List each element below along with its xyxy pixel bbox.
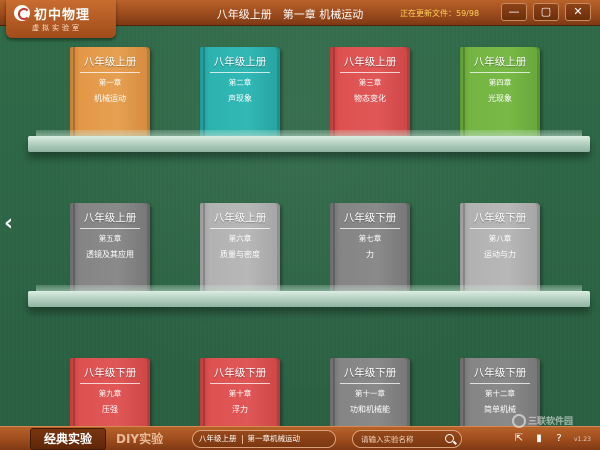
book-grade-label: 八年级下册 — [473, 367, 527, 379]
book-chapter-label: 第九章 — [98, 389, 122, 398]
help-icon[interactable]: ? — [552, 432, 566, 446]
book-grade-label: 八年级下册 — [473, 212, 527, 224]
book-chapter-4[interactable]: 八年级上册 第四章 光现象 — [460, 47, 540, 141]
tab-classic-experiments[interactable]: 经典实验 — [30, 428, 106, 450]
version-label: v1.23 — [574, 436, 591, 443]
maximize-button[interactable]: ▢ — [533, 3, 559, 21]
book-grade-label: 八年级下册 — [83, 367, 137, 379]
search-box — [352, 430, 462, 448]
app-subtitle: 虚拟实验室 — [32, 24, 82, 32]
breadcrumb-separator — [241, 434, 243, 444]
book-divider — [340, 72, 400, 73]
book-divider — [80, 228, 140, 229]
book-chapter-5[interactable]: 八年级上册 第五章 透镜及其应用 — [70, 203, 150, 297]
tab-diy-experiments[interactable]: DIY实验 — [116, 430, 172, 448]
book-chapter-7[interactable]: 八年级下册 第七章 力 — [330, 203, 410, 297]
book-divider — [210, 228, 270, 229]
current-chapter-title: 八年级上册 第一章 机械运动 — [216, 8, 364, 21]
book-grade-label: 八年级下册 — [343, 212, 397, 224]
book-divider — [80, 383, 140, 384]
watermark: 三联软件园 — [528, 417, 574, 427]
breadcrumb-chapter[interactable]: 第一章机械运动 — [248, 434, 301, 443]
update-status: 正在更新文件：59/98 — [400, 9, 480, 18]
book-divider — [210, 383, 270, 384]
book-chapter-label: 第四章 — [488, 78, 512, 87]
book-chapter-2[interactable]: 八年级上册 第二章 声现象 — [200, 47, 280, 141]
book-grade-label: 八年级上册 — [83, 56, 137, 68]
book-title: 质量与密度 — [220, 250, 260, 259]
book-chapter-10[interactable]: 八年级下册 第十章 浮力 — [200, 358, 280, 426]
book-title: 力 — [366, 250, 374, 259]
book-chapter-label: 第三章 — [358, 78, 382, 87]
close-button[interactable]: ✕ — [565, 3, 591, 21]
book-divider — [470, 383, 530, 384]
book-chapter-label: 第二章 — [228, 78, 252, 87]
book-grade-label: 八年级下册 — [343, 367, 397, 379]
book-title: 透镜及其应用 — [86, 250, 134, 259]
breadcrumb-grade[interactable]: 八年级上册 — [199, 434, 237, 443]
bottom-toolbar: 经典实验 DIY实验 八年级上册 第一章机械运动 ⇱ ▮ ? — [0, 426, 600, 450]
book-chapter-label: 第五章 — [98, 234, 122, 243]
book-divider — [340, 383, 400, 384]
book-chapter-6[interactable]: 八年级上册 第六章 质量与密度 — [200, 203, 280, 297]
book-divider — [470, 72, 530, 73]
book-title: 机械运动 — [94, 94, 126, 103]
book-grade-label: 八年级上册 — [343, 56, 397, 68]
book-title: 功和机械能 — [350, 405, 390, 414]
book-chapter-label: 第十一章 — [355, 389, 385, 398]
search-icon[interactable] — [445, 434, 454, 443]
previous-page-arrow-icon[interactable]: ‹ — [4, 212, 20, 236]
book-divider — [470, 228, 530, 229]
book-divider — [80, 72, 140, 73]
book-title: 运动与力 — [484, 250, 516, 259]
book-chapter-1[interactable]: 八年级上册 第一章 机械运动 — [70, 47, 150, 141]
book-chapter-label: 第六章 — [228, 234, 252, 243]
book-chapter-label: 第十章 — [228, 389, 252, 398]
book-title: 光现象 — [488, 94, 512, 103]
book-grade-label: 八年级下册 — [213, 367, 267, 379]
search-input[interactable] — [361, 432, 441, 446]
shelf-2 — [28, 285, 590, 307]
book-chapter-label: 第八章 — [488, 234, 512, 243]
book-divider — [210, 72, 270, 73]
book-grade-label: 八年级上册 — [213, 212, 267, 224]
book-title: 物态变化 — [354, 94, 386, 103]
app-title: 初中物理 — [34, 8, 91, 23]
book-title: 声现象 — [228, 94, 252, 103]
book-chapter-11[interactable]: 八年级下册 第十一章 功和机械能 — [330, 358, 410, 426]
book-chapter-3[interactable]: 八年级上册 第三章 物态变化 — [330, 47, 410, 141]
book-chapter-8[interactable]: 八年级下册 第八章 运动与力 — [460, 203, 540, 297]
book-chapter-label: 第十二章 — [485, 389, 515, 398]
app-logo: 初中物理 虚拟实验室 — [6, 0, 116, 38]
share-icon[interactable]: ⇱ — [512, 432, 526, 446]
watermark-logo-icon — [512, 414, 526, 428]
book-grade-label: 八年级上册 — [83, 212, 137, 224]
book-grade-label: 八年级上册 — [213, 56, 267, 68]
book-chapter-9[interactable]: 八年级下册 第九章 压强 — [70, 358, 150, 426]
book-divider — [340, 228, 400, 229]
book-chapter-label: 第一章 — [98, 78, 122, 87]
breadcrumb: 八年级上册 第一章机械运动 — [192, 430, 336, 448]
shelf-1 — [28, 130, 590, 152]
book-chapter-label: 第七章 — [358, 234, 382, 243]
trash-icon[interactable]: ▮ — [532, 432, 546, 446]
book-grade-label: 八年级上册 — [473, 56, 527, 68]
book-title: 压强 — [102, 405, 118, 414]
book-title: 浮力 — [232, 405, 248, 414]
minimize-button[interactable]: — — [501, 3, 527, 21]
logo-icon — [14, 5, 30, 21]
